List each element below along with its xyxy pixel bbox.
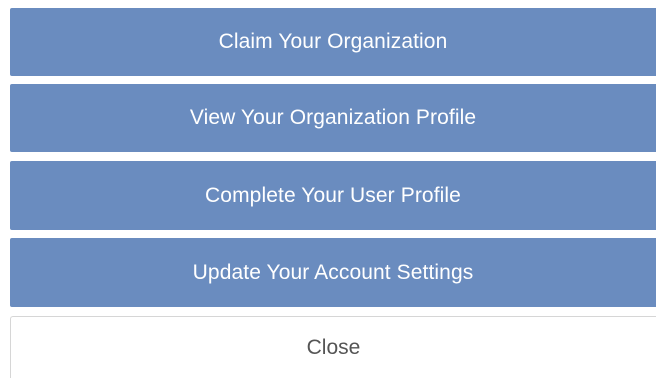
view-organization-profile-button[interactable]: View Your Organization Profile xyxy=(10,84,656,152)
claim-organization-button[interactable]: Claim Your Organization xyxy=(10,8,656,76)
account-action-menu: Claim Your Organization View Your Organi… xyxy=(10,8,656,378)
complete-user-profile-button[interactable]: Complete Your User Profile xyxy=(10,161,656,230)
update-account-settings-button[interactable]: Update Your Account Settings xyxy=(10,238,656,307)
close-button[interactable]: Close xyxy=(10,316,656,378)
